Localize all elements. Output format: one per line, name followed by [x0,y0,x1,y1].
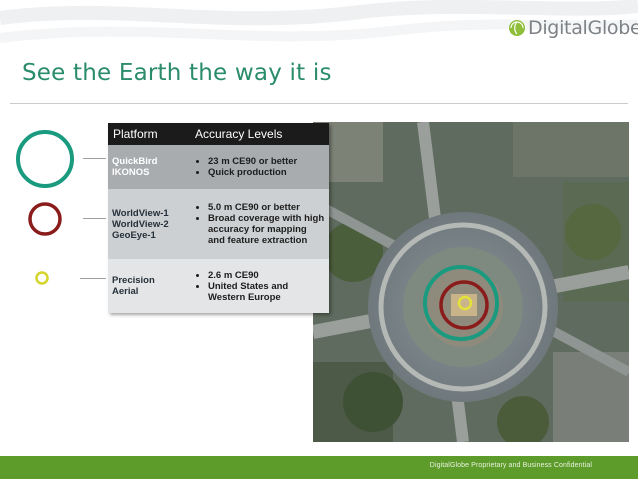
digitalglobe-logo: DigitalGlobe [508,17,638,39]
page-title: See the Earth the way it is [22,60,332,86]
accuracy-item: United States and Western Europe [208,281,325,303]
aerial-image [313,122,629,442]
yellow-legend-connector [80,278,106,279]
red-circle-legend-icon [28,202,62,236]
platform-name: GeoEye-1 [112,229,156,241]
accuracy-cell: 2.6 m CE90 United States and Western Eur… [190,259,329,313]
platform-name: Aerial [112,286,139,297]
platform-cell: Precision Aerial [108,259,190,313]
accuracy-item: 2.6 m CE90 [208,270,325,281]
yellow-circle-legend-icon [35,271,49,285]
logo-wordmark: DigitalGlobe [528,17,638,39]
teal-legend-connector [83,158,106,159]
platform-name: QuickBird [112,156,158,167]
header-platform: Platform [108,123,190,145]
accuracy-item: 23 m CE90 or better [208,156,325,167]
accuracy-item: Broad coverage with high accuracy for ma… [208,213,325,246]
confidentiality-notice: DigitalGlobe Proprietary and Business Co… [429,462,592,469]
platform-name: WorldView-1 [112,207,169,219]
teal-circle-legend-icon [16,130,74,188]
platform-cell: WorldView-1 WorldView-2 GeoEye-1 [108,189,190,259]
table-row: QuickBird IKONOS 23 m CE90 or better Qui… [108,145,329,189]
footer-bar: DigitalGlobe Proprietary and Business Co… [0,456,638,479]
accuracy-table: Platform Accuracy Levels QuickBird IKONO… [108,123,329,313]
accuracy-cell: 5.0 m CE90 or better Broad coverage with… [190,189,329,259]
accuracy-item: 5.0 m CE90 or better [208,202,325,213]
platform-name: IKONOS [112,167,150,178]
table-row: WorldView-1 WorldView-2 GeoEye-1 5.0 m C… [108,189,329,259]
table-row: Precision Aerial 2.6 m CE90 United State… [108,259,329,313]
title-divider [10,103,628,104]
accuracy-cell: 23 m CE90 or better Quick production [190,145,329,189]
platform-name: Precision [112,275,155,286]
platform-name: WorldView-2 [112,218,169,230]
accuracy-item: Quick production [208,167,325,178]
platform-cell: QuickBird IKONOS [108,145,190,189]
header-accuracy-levels: Accuracy Levels [190,123,329,145]
red-legend-connector [83,218,106,219]
globe-logo-icon [509,20,525,36]
